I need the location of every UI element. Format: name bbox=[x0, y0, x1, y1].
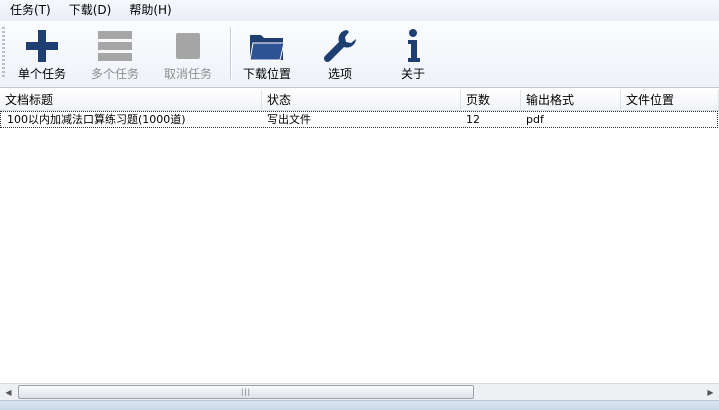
wrench-icon bbox=[323, 30, 356, 63]
cancel-task-label: 取消任务 bbox=[163, 67, 212, 81]
single-task-button[interactable]: 单个任务 bbox=[5, 25, 79, 83]
single-task-label: 单个任务 bbox=[17, 67, 66, 81]
multi-task-label: 多个任务 bbox=[90, 67, 139, 81]
folder-icon bbox=[249, 35, 285, 61]
scrollbar-grip-icon: ||| bbox=[240, 388, 252, 396]
menu-task[interactable]: 任务(T) bbox=[0, 0, 59, 21]
scroll-right-arrow-icon[interactable]: ▶ bbox=[702, 384, 719, 401]
horizontal-scrollbar[interactable]: ◀ ||| ▶ bbox=[0, 383, 719, 401]
table-header: 文档标题 状态 页数 输出格式 文件位置 bbox=[0, 90, 719, 111]
scrollbar-thumb[interactable]: ||| bbox=[18, 385, 474, 399]
about-label: 关于 bbox=[400, 67, 425, 81]
column-header-location[interactable]: 文件位置 bbox=[621, 90, 719, 110]
multi-task-button[interactable]: 多个任务 bbox=[78, 25, 152, 83]
menu-download[interactable]: 下载(D) bbox=[59, 0, 120, 21]
options-button[interactable]: 选项 bbox=[303, 25, 377, 83]
about-button[interactable]: 关于 bbox=[376, 25, 450, 83]
menu-bar: 任务(T) 下载(D) 帮助(H) bbox=[0, 0, 719, 21]
table-row[interactable]: 100以内加减法口算练习题(1000道) 写出文件 12 pdf bbox=[0, 111, 718, 128]
cancel-task-button[interactable]: 取消任务 bbox=[151, 25, 225, 83]
stop-icon bbox=[176, 33, 200, 59]
list-icon bbox=[98, 31, 132, 61]
scroll-left-arrow-icon[interactable]: ◀ bbox=[0, 384, 17, 401]
cell-format: pdf bbox=[526, 113, 544, 126]
download-location-label: 下载位置 bbox=[242, 67, 291, 81]
cell-pages: 12 bbox=[466, 113, 480, 126]
column-header-pages[interactable]: 页数 bbox=[461, 90, 521, 110]
plus-icon bbox=[26, 30, 58, 62]
column-header-title[interactable]: 文档标题 bbox=[0, 90, 262, 110]
options-label: 选项 bbox=[327, 67, 352, 81]
menu-help[interactable]: 帮助(H) bbox=[119, 0, 179, 21]
toolbar: 单个任务 多个任务 取消任务 下载位置 选项 关于 bbox=[0, 21, 719, 88]
column-header-format[interactable]: 输出格式 bbox=[521, 90, 621, 110]
info-icon bbox=[408, 29, 420, 62]
column-header-status[interactable]: 状态 bbox=[262, 90, 461, 110]
cell-status: 写出文件 bbox=[267, 113, 311, 126]
cell-title: 100以内加减法口算练习题(1000道) bbox=[7, 113, 186, 126]
cell-location bbox=[622, 112, 718, 127]
download-location-button[interactable]: 下载位置 bbox=[230, 25, 304, 83]
task-list[interactable]: 文档标题 状态 页数 输出格式 文件位置 100以内加减法口算练习题(1000道… bbox=[0, 87, 719, 384]
